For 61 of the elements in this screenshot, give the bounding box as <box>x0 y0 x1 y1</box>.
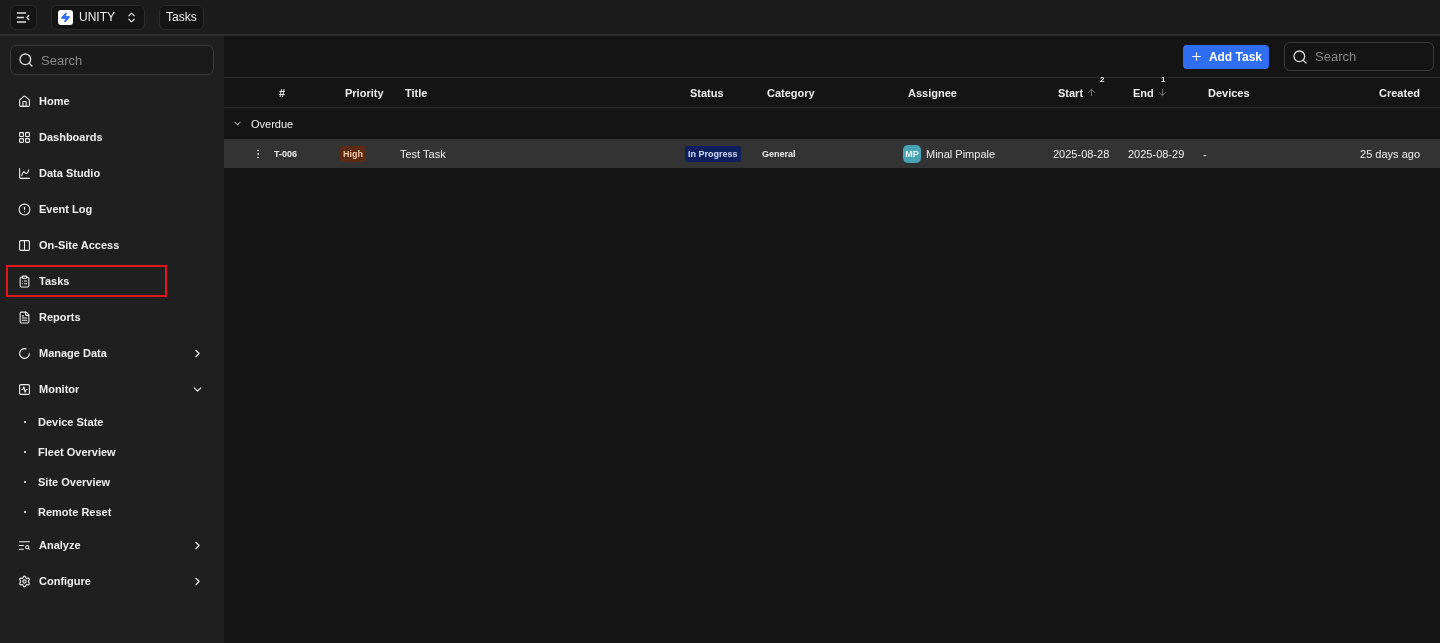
nav-icon <box>18 538 31 552</box>
nav-item[interactable]: Manage Data <box>6 337 214 369</box>
nav-subitem[interactable]: Site Overview <box>10 467 214 497</box>
search-field[interactable]: Search <box>1284 42 1434 71</box>
nav-icon <box>18 574 31 588</box>
sidebar-search-field[interactable]: Search <box>10 45 214 75</box>
priority-badge: High <box>340 145 366 162</box>
nav-subitem[interactable]: Fleet Overview <box>10 437 214 467</box>
nav-icon <box>18 94 31 108</box>
nav-icon <box>18 238 31 252</box>
assignee-name: Minal Pimpale <box>926 147 996 160</box>
nav-icon <box>18 346 31 360</box>
nav-subitem[interactable]: Remote Reset <box>10 497 214 527</box>
column-header[interactable]: Devices <box>1203 86 1330 99</box>
column-header[interactable]: Created <box>1330 86 1440 99</box>
sort-rank: 2 <box>1100 74 1105 84</box>
nav-item[interactable]: Dashboards <box>6 121 214 153</box>
table-cell-text: 2025-08-28 <box>1053 147 1111 160</box>
nav-subitem[interactable]: Device State <box>10 407 214 437</box>
column-header[interactable]: Priority <box>340 86 400 99</box>
table-cell-text: 25 days ago <box>1359 147 1421 160</box>
chevron-icon <box>125 10 138 24</box>
column-header[interactable]: Assignee <box>903 86 1053 99</box>
add-task-button[interactable]: Add Task <box>1182 44 1269 69</box>
nav-item[interactable]: On-Site Access <box>6 229 214 261</box>
nav-item[interactable]: Monitor <box>6 373 214 405</box>
column-header[interactable]: Title <box>400 86 685 99</box>
nav-icon <box>18 166 31 180</box>
column-header[interactable]: Category <box>762 86 903 99</box>
nav-item[interactable]: Home <box>6 85 214 117</box>
nav-icon <box>18 202 31 216</box>
table-cell-text: T-006 <box>274 148 298 159</box>
table-row[interactable]: T-006 High Test Task In Progress General MP Minal Pimpale 2025-08-28 2025-08-29 - 25 days ago <box>224 139 1440 168</box>
plus-icon <box>1189 50 1203 63</box>
column-header[interactable]: # <box>274 86 340 99</box>
nav-icon <box>18 274 31 288</box>
menu-toggle-button[interactable] <box>10 4 37 30</box>
nav-item[interactable]: Reports <box>6 301 214 333</box>
menu-icon <box>17 11 30 23</box>
table-cell-text: General <box>762 148 797 159</box>
status-badge: In Progress <box>685 145 741 162</box>
nav-icon <box>18 310 31 324</box>
breadcrumb-tab[interactable]: Tasks <box>159 4 204 30</box>
avatar: MP <box>903 144 921 163</box>
table-cell-text: - <box>1203 147 1208 160</box>
nav-item[interactable]: Configure <box>6 565 214 597</box>
search-icon <box>1292 48 1308 65</box>
org-switcher[interactable]: UNITY <box>51 4 145 30</box>
nav-icon <box>18 130 31 144</box>
group-label: Overdue <box>251 117 294 130</box>
nav-icon <box>18 382 31 396</box>
logo-icon <box>58 9 73 25</box>
table-cell-text: Test Task <box>400 147 447 160</box>
table-cell-text: 2025-08-29 <box>1128 147 1186 160</box>
nav-item[interactable]: Analyze <box>6 529 214 561</box>
column-header[interactable]: Status <box>685 86 762 99</box>
nav-item[interactable]: Data Studio <box>6 157 214 189</box>
nav-item[interactable]: Tasks <box>6 265 167 297</box>
search-icon <box>18 52 34 68</box>
sort-rank: 1 <box>1161 74 1166 84</box>
nav-item[interactable]: Event Log <box>6 193 214 225</box>
